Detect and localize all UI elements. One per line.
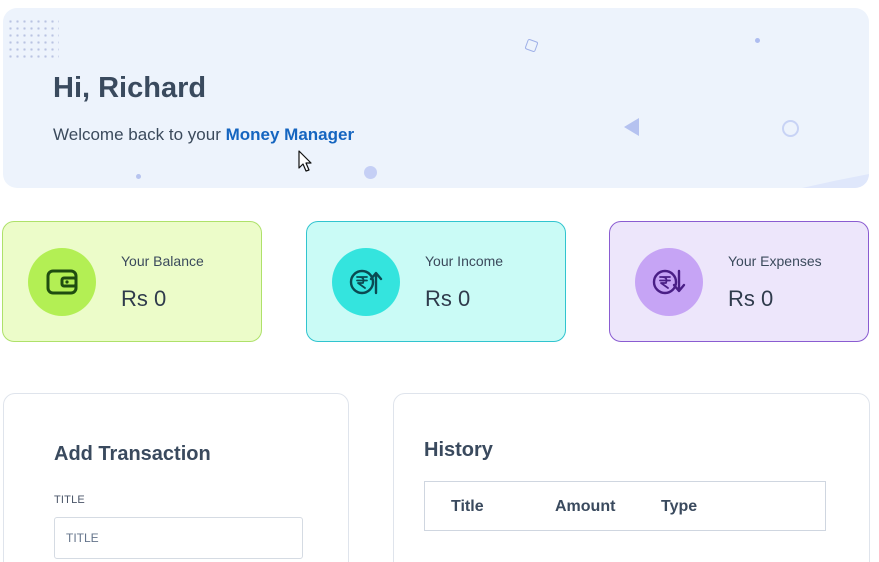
column-header-type: Type xyxy=(661,498,698,515)
expenses-card: Your Expenses Rs 0 xyxy=(609,221,869,342)
expenses-amount: Rs 0 xyxy=(728,286,774,311)
add-transaction-panel: Add Transaction TITLE xyxy=(3,393,349,562)
income-card: Your Income Rs 0 xyxy=(306,221,566,342)
balance-card: Your Balance Rs 0 xyxy=(2,221,262,342)
dot-decoration xyxy=(364,166,377,179)
history-heading: History xyxy=(424,439,493,461)
wallet-icon xyxy=(46,269,78,295)
expenses-icon-circle xyxy=(635,248,703,316)
balance-label: Your Balance xyxy=(121,253,204,269)
mouse-cursor-icon xyxy=(298,150,312,172)
circle-decoration xyxy=(782,120,799,137)
greeting-heading: Hi, Richard xyxy=(53,72,207,104)
column-header-title: Title xyxy=(451,498,484,515)
title-input[interactable] xyxy=(54,517,303,559)
dot-decoration xyxy=(755,38,760,43)
balance-amount: Rs 0 xyxy=(121,286,167,311)
history-table-header: Title Amount Type xyxy=(424,481,826,531)
income-icon-circle xyxy=(332,248,400,316)
rupee-down-icon xyxy=(652,269,686,295)
add-transaction-heading: Add Transaction xyxy=(54,443,211,465)
income-amount: Rs 0 xyxy=(425,286,471,311)
income-label: Your Income xyxy=(425,253,504,269)
title-field-label: TITLE xyxy=(54,494,85,506)
dot-decoration xyxy=(136,174,141,179)
expenses-label: Your Expenses xyxy=(728,253,822,269)
rupee-up-icon xyxy=(349,269,383,295)
history-panel: History Title Amount Type xyxy=(393,393,870,562)
welcome-banner: Hi, Richard Welcome back to your Money M… xyxy=(3,8,869,188)
welcome-prefix: Welcome back to your xyxy=(53,125,226,144)
wave-decoration xyxy=(801,174,869,188)
balance-icon-circle xyxy=(28,248,96,316)
column-header-amount: Amount xyxy=(555,498,616,515)
triangle-decoration xyxy=(624,118,639,136)
brand-name: Money Manager xyxy=(225,125,355,144)
welcome-text: Welcome back to your Money Manager xyxy=(53,125,354,145)
square-decoration xyxy=(524,38,539,53)
dot-pattern-decoration xyxy=(7,18,59,58)
